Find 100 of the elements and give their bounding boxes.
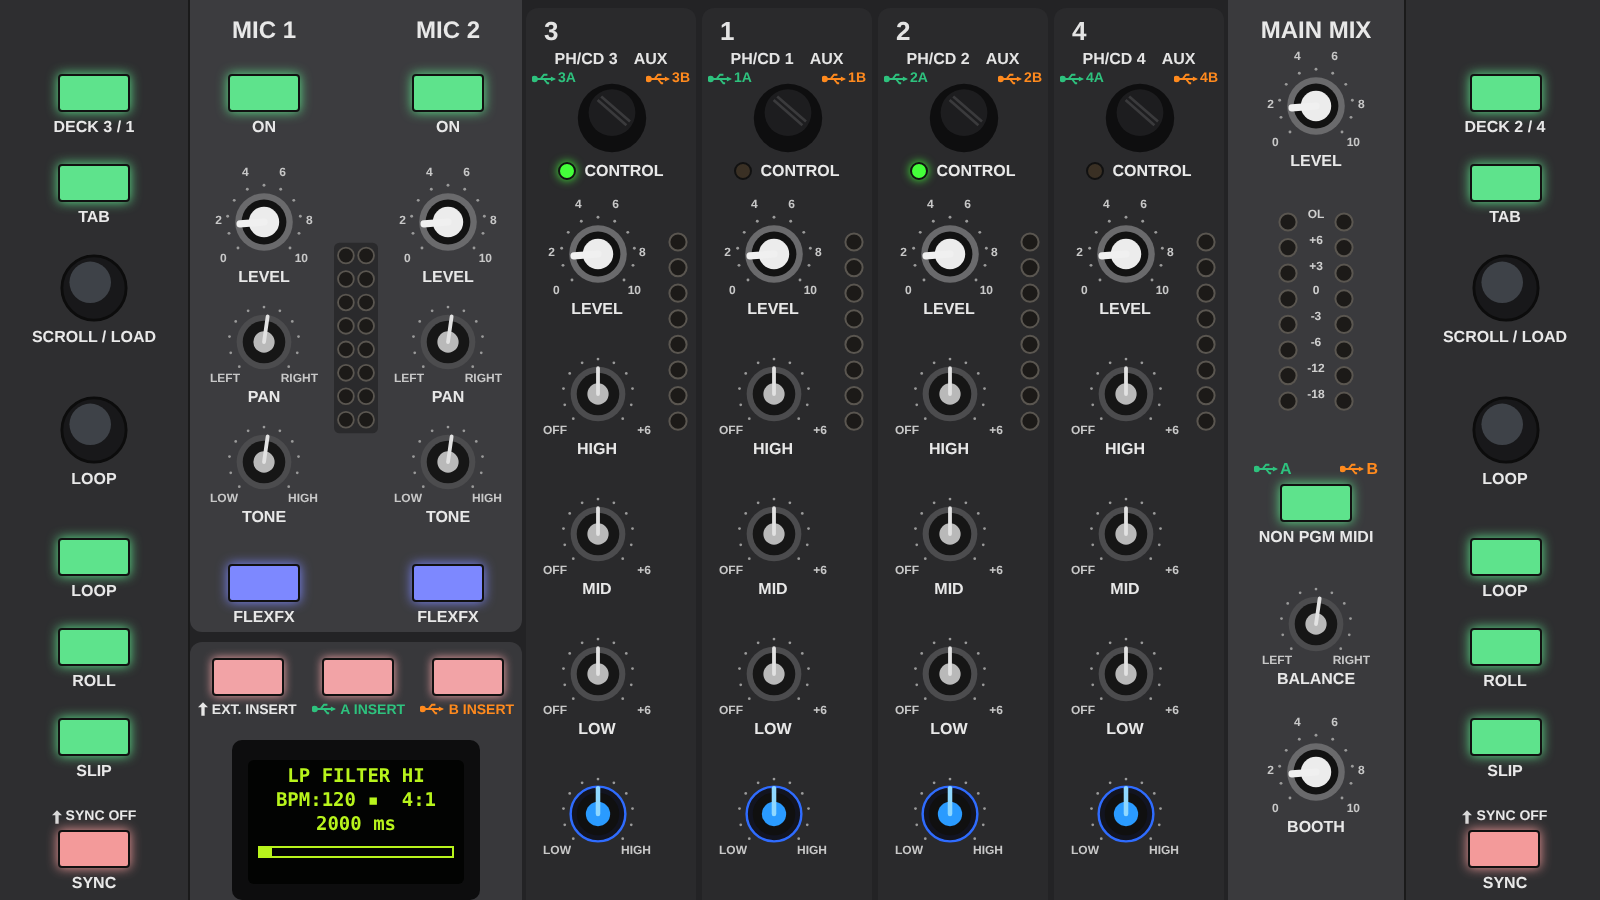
knob-label: LOW [578, 720, 616, 740]
button-label: SLIP [1487, 762, 1523, 780]
pad-button[interactable] [431, 658, 504, 696]
button-label: TAB [78, 208, 110, 226]
usb-label: B [1366, 460, 1378, 478]
knob-label: MID [758, 580, 788, 600]
pad-button[interactable] [412, 74, 484, 112]
usb-icon [1174, 72, 1199, 86]
usb-icon [312, 701, 337, 715]
channel-number: 3 [544, 16, 559, 46]
button-label: FLEXFX [417, 608, 479, 626]
knob-label: TONE [425, 508, 471, 528]
knob-label: BALANCE [1276, 670, 1356, 690]
channel-number: 4 [1072, 16, 1087, 46]
usb-icon [1060, 72, 1084, 86]
usb-icon [1340, 462, 1365, 476]
pad-button[interactable] [1468, 830, 1541, 868]
knob-label: LEVEL [422, 268, 474, 288]
knob-label: HIGH [1105, 440, 1145, 460]
pad-button[interactable] [58, 538, 130, 576]
source-label: AUX [809, 50, 844, 70]
knob-label: LEVEL [1290, 152, 1342, 172]
source-label: PH/CD 2 [906, 50, 970, 70]
usb-icon [646, 72, 671, 86]
knob-label: TONE [241, 508, 287, 528]
pad-button[interactable] [412, 564, 484, 602]
knob-label: MID [1110, 580, 1140, 600]
button-label: DECK 2 / 4 [1464, 118, 1546, 136]
button-label: SLIP [76, 762, 112, 780]
encoder-label: LOOP [71, 470, 117, 488]
knob-label: PAN [247, 388, 281, 408]
source-label: AUX [985, 50, 1020, 70]
button-label: SYNC [71, 874, 117, 892]
pad-button[interactable] [57, 830, 130, 868]
button-label: SYNC [1482, 874, 1528, 892]
pad-button[interactable] [1469, 74, 1541, 112]
knob-label: HIGH [753, 440, 793, 460]
shift-arrow-icon [197, 701, 208, 715]
shift-arrow-icon [1462, 810, 1473, 824]
pad-button[interactable] [1469, 718, 1541, 756]
channel-number: 1 [720, 16, 735, 46]
source-label: AUX [1161, 50, 1196, 70]
source-label: AUX [633, 50, 668, 70]
pad-button[interactable] [228, 564, 300, 602]
source-label: PH/CD 4 [1082, 50, 1146, 70]
control-label: CONTROL [584, 162, 664, 180]
button-label: ROLL [1483, 672, 1527, 690]
control-label: CONTROL [936, 162, 1016, 180]
knob-label: HIGH [577, 440, 617, 460]
pad-button[interactable] [1469, 538, 1541, 576]
knob-label: HIGH [929, 440, 969, 460]
source-label: PH/CD 1 [730, 50, 794, 70]
usb-icon [708, 72, 732, 86]
shift-arrow-icon [51, 810, 62, 824]
usb-icon [532, 72, 556, 86]
button-label: DECK 3 / 1 [53, 118, 135, 136]
knob-label: LEVEL [571, 300, 623, 320]
pad-button[interactable] [1469, 164, 1541, 202]
button-label: FLEXFX [233, 608, 295, 626]
knob-label: LOW [1106, 720, 1144, 740]
knob-label: PAN [431, 388, 465, 408]
knob-label: LEVEL [1099, 300, 1151, 320]
pad-button[interactable] [58, 628, 130, 666]
pad-button[interactable] [58, 164, 130, 202]
channel-title: MIC 1 [231, 16, 296, 44]
pad-button[interactable] [322, 658, 395, 696]
knob-label: MID [934, 580, 964, 600]
button-label: ON [436, 118, 460, 136]
section-title: MAIN MIX [1260, 16, 1372, 44]
usb-icon [420, 701, 445, 715]
pad-button[interactable] [1469, 628, 1541, 666]
encoder-label: LOOP [1482, 470, 1528, 488]
channel-number: 2 [896, 16, 911, 46]
button-label: LOOP [1482, 582, 1528, 600]
usb-label: A [1280, 460, 1292, 478]
pad-button[interactable] [228, 74, 300, 112]
usb-icon [998, 72, 1023, 86]
knob-label: LEVEL [238, 268, 290, 288]
display-text: LP FILTER HI [287, 766, 425, 790]
knob-label: LEVEL [747, 300, 799, 320]
source-label: PH/CD 3 [554, 50, 618, 70]
knob-label: BOOTH [1287, 818, 1345, 838]
encoder-label: SCROLL / LOAD [1442, 328, 1568, 346]
pad-button[interactable] [58, 718, 130, 756]
button-label: NON PGM MIDI [1258, 528, 1374, 546]
button-label: ROLL [72, 672, 116, 690]
button-label: TAB [1489, 208, 1521, 226]
knob-label: MID [582, 580, 612, 600]
button-label: LOOP [71, 582, 117, 600]
usb-icon [884, 72, 908, 86]
display-text: BPM:120 ▪ 4:1 [275, 790, 437, 814]
usb-icon [1254, 462, 1278, 476]
button-label: ON [252, 118, 276, 136]
display-text: 2000 ms [315, 814, 397, 838]
pad-button[interactable] [211, 658, 284, 696]
knob-label: LOW [930, 720, 968, 740]
knob-label: LEVEL [923, 300, 975, 320]
knob-label: LOW [754, 720, 792, 740]
pad-button[interactable] [58, 74, 130, 112]
pad-button[interactable] [1280, 484, 1352, 522]
